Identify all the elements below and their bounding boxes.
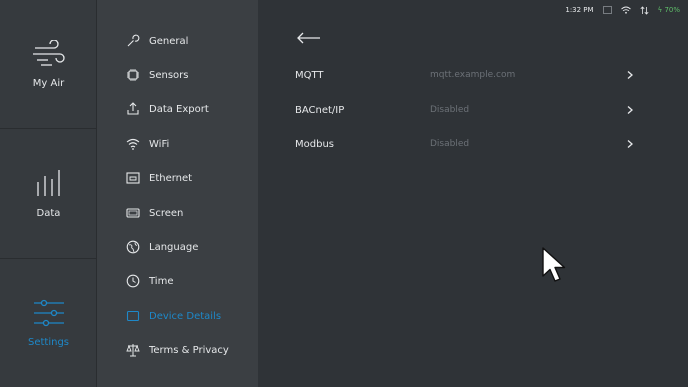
menu-item-label: Data Export (149, 103, 209, 115)
scales-icon (126, 344, 140, 357)
wifi-status-icon (620, 6, 631, 14)
bar-chart-icon (36, 169, 60, 196)
sensor-chip-icon (127, 69, 139, 81)
chevron-right-icon (627, 106, 633, 114)
ethernet-port-icon (126, 172, 140, 184)
row-value: Disabled (430, 139, 470, 149)
nav-rail: My Air Data Settings (0, 0, 97, 387)
wrench-icon (127, 34, 140, 47)
wind-icon (32, 39, 65, 66)
menu-item-label: Screen (149, 207, 184, 219)
menu-item-label: WiFi (149, 138, 170, 150)
menu-item-label: Time (149, 275, 174, 287)
back-arrow-icon[interactable] (296, 30, 322, 46)
row-label: MQTT (295, 69, 324, 81)
status-bar: 1:32 PM ϟ 70% (556, 4, 680, 16)
export-icon (127, 102, 139, 115)
menu-item-device-details[interactable]: Device Details (97, 302, 258, 330)
main-panel: 1:32 PM ϟ 70% MQTT mqtt.example.com BACn… (258, 0, 688, 387)
tablet-icon (126, 310, 140, 322)
data-transfer-icon (640, 5, 649, 15)
menu-item-label: Terms & Privacy (149, 344, 229, 356)
menu-item-wifi[interactable]: WiFi (97, 130, 258, 158)
rail-item-data[interactable]: Data (0, 129, 97, 257)
settings-row-modbus[interactable]: Modbus Disabled (295, 133, 635, 155)
row-value: mqtt.example.com (430, 70, 516, 80)
sliders-icon (33, 299, 64, 326)
rail-item-label: My Air (32, 77, 65, 89)
status-time: 1:32 PM (565, 6, 594, 14)
menu-item-ethernet[interactable]: Ethernet (97, 164, 258, 192)
menu-item-data-export[interactable]: Data Export (97, 95, 258, 123)
menu-item-label: Device Details (149, 310, 222, 322)
charging-icon: ϟ (657, 6, 663, 14)
rail-item-settings[interactable]: Settings (0, 259, 97, 387)
row-value: Disabled (430, 105, 470, 115)
menu-item-label: Sensors (149, 69, 189, 81)
wifi-icon (126, 138, 140, 150)
rail-item-label: Data (36, 207, 61, 219)
mouse-cursor-icon (542, 247, 566, 282)
screen-icon (126, 208, 140, 218)
settings-row-bacnet[interactable]: BACnet/IP Disabled (295, 99, 635, 121)
menu-item-general[interactable]: General (97, 27, 258, 55)
globe-icon (126, 240, 140, 254)
menu-item-language[interactable]: Language (97, 233, 258, 261)
battery-level: 70% (664, 6, 680, 14)
menu-item-sensors[interactable]: Sensors (97, 61, 258, 89)
chevron-right-icon (627, 71, 633, 79)
battery-status: ϟ 70% (658, 6, 680, 14)
menu-item-label: Ethernet (149, 172, 193, 184)
menu-item-terms-privacy[interactable]: Terms & Privacy (97, 336, 258, 364)
settings-menu: General Sensors Data Export WiFi Etherne… (97, 0, 258, 387)
settings-row-mqtt[interactable]: MQTT mqtt.example.com (295, 64, 635, 86)
rail-item-label: Settings (27, 336, 69, 348)
clock-icon (126, 274, 140, 288)
menu-item-screen[interactable]: Screen (97, 199, 258, 227)
menu-item-label: Language (149, 241, 199, 253)
chevron-right-icon (627, 140, 633, 148)
menu-item-label: General (149, 35, 189, 47)
row-label: Modbus (295, 138, 334, 150)
row-label: BACnet/IP (295, 104, 345, 116)
rail-item-my-air[interactable]: My Air (0, 0, 97, 128)
notification-icon (602, 6, 612, 14)
menu-item-time[interactable]: Time (97, 267, 258, 295)
